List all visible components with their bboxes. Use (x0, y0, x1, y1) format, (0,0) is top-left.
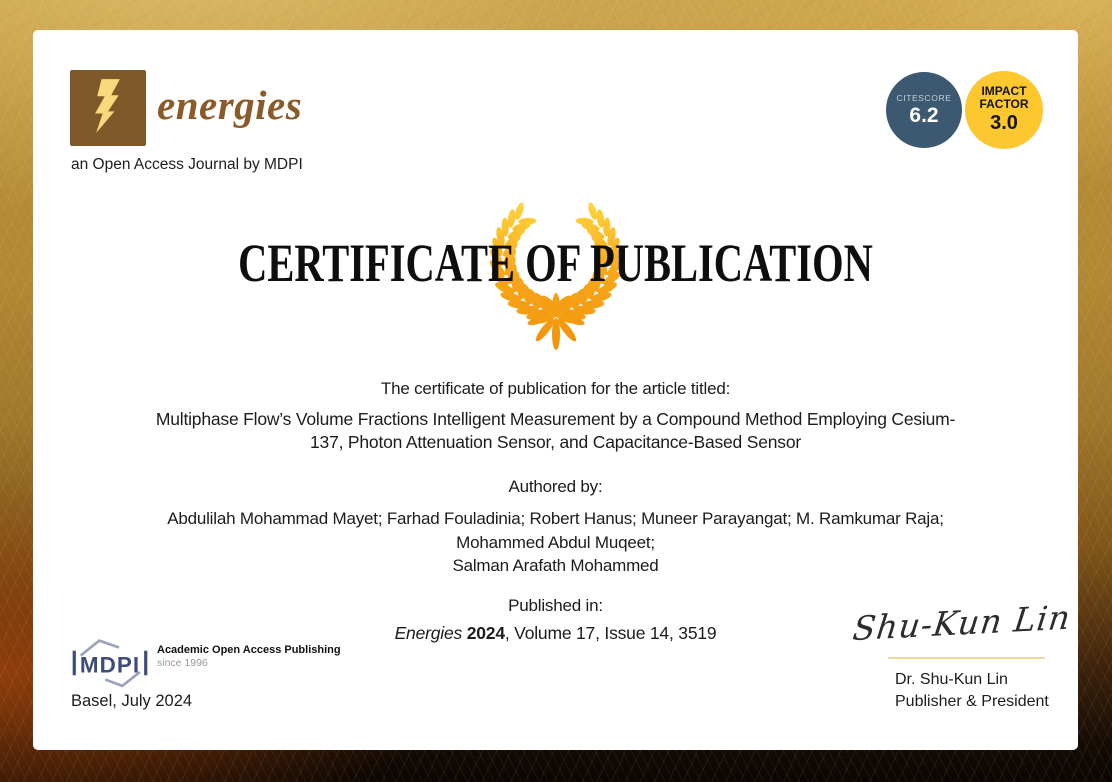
article-title-line-1: Multiphase Flow’s Volume Fractions Intel… (33, 408, 1078, 431)
lightning-bolt-icon (86, 78, 130, 139)
author-line-2: Mohammed Abdul Muqeet; (33, 531, 1078, 555)
publication-year: 2024 (467, 623, 505, 643)
mdpi-hexagon-logo: MDPI (70, 636, 150, 690)
mdpi-tagline-block: Academic Open Access Publishing since 19… (157, 644, 341, 669)
citescore-badge: CITESCORE 6.2 (886, 72, 962, 148)
energies-logo-tile (70, 70, 146, 146)
journal-logo-block: energies (70, 70, 302, 146)
gold-texture-border: energies an Open Access Journal by MDPI … (0, 0, 1112, 782)
author-list: Abdulilah Mohammad Mayet; Farhad Fouladi… (33, 507, 1078, 578)
authored-by-label: Authored by: (33, 477, 1078, 497)
certificate-card: energies an Open Access Journal by MDPI … (33, 30, 1078, 750)
mdpi-since: since 1996 (157, 657, 341, 669)
article-title: Multiphase Flow’s Volume Fractions Intel… (33, 408, 1078, 454)
signatory-name: Dr. Shu-Kun Lin (895, 669, 1049, 691)
publication-journal: Energies (395, 623, 462, 643)
signatory-title: Publisher & President (895, 691, 1049, 713)
signatory-block: Dr. Shu-Kun Lin Publisher & President (895, 669, 1049, 713)
signature-underline (888, 657, 1045, 659)
certificate-heading: CERTIFICATE OF PUBLICATION (164, 232, 948, 294)
impact-factor-value: 3.0 (990, 112, 1018, 135)
intro-line: The certificate of publication for the a… (33, 379, 1078, 399)
mdpi-tagline: Academic Open Access Publishing (157, 644, 341, 656)
journal-tagline: an Open Access Journal by MDPI (71, 156, 303, 174)
impact-factor-badge: IMPACT FACTOR 3.0 (965, 71, 1043, 149)
article-title-line-2: 137, Photon Attenuation Sensor, and Capa… (33, 431, 1078, 454)
publication-detail: , Volume 17, Issue 14, 3519 (505, 623, 717, 643)
citescore-label: CITESCORE (897, 93, 952, 103)
issue-location-date: Basel, July 2024 (71, 692, 192, 711)
author-line-3: Salman Arafath Mohammed (33, 554, 1078, 578)
mdpi-logo-text: MDPI (80, 653, 140, 678)
citescore-value: 6.2 (909, 104, 938, 128)
journal-name: energies (157, 81, 302, 135)
impact-factor-label-2: FACTOR (979, 98, 1028, 111)
author-line-1: Abdulilah Mohammad Mayet; Farhad Fouladi… (33, 507, 1078, 531)
